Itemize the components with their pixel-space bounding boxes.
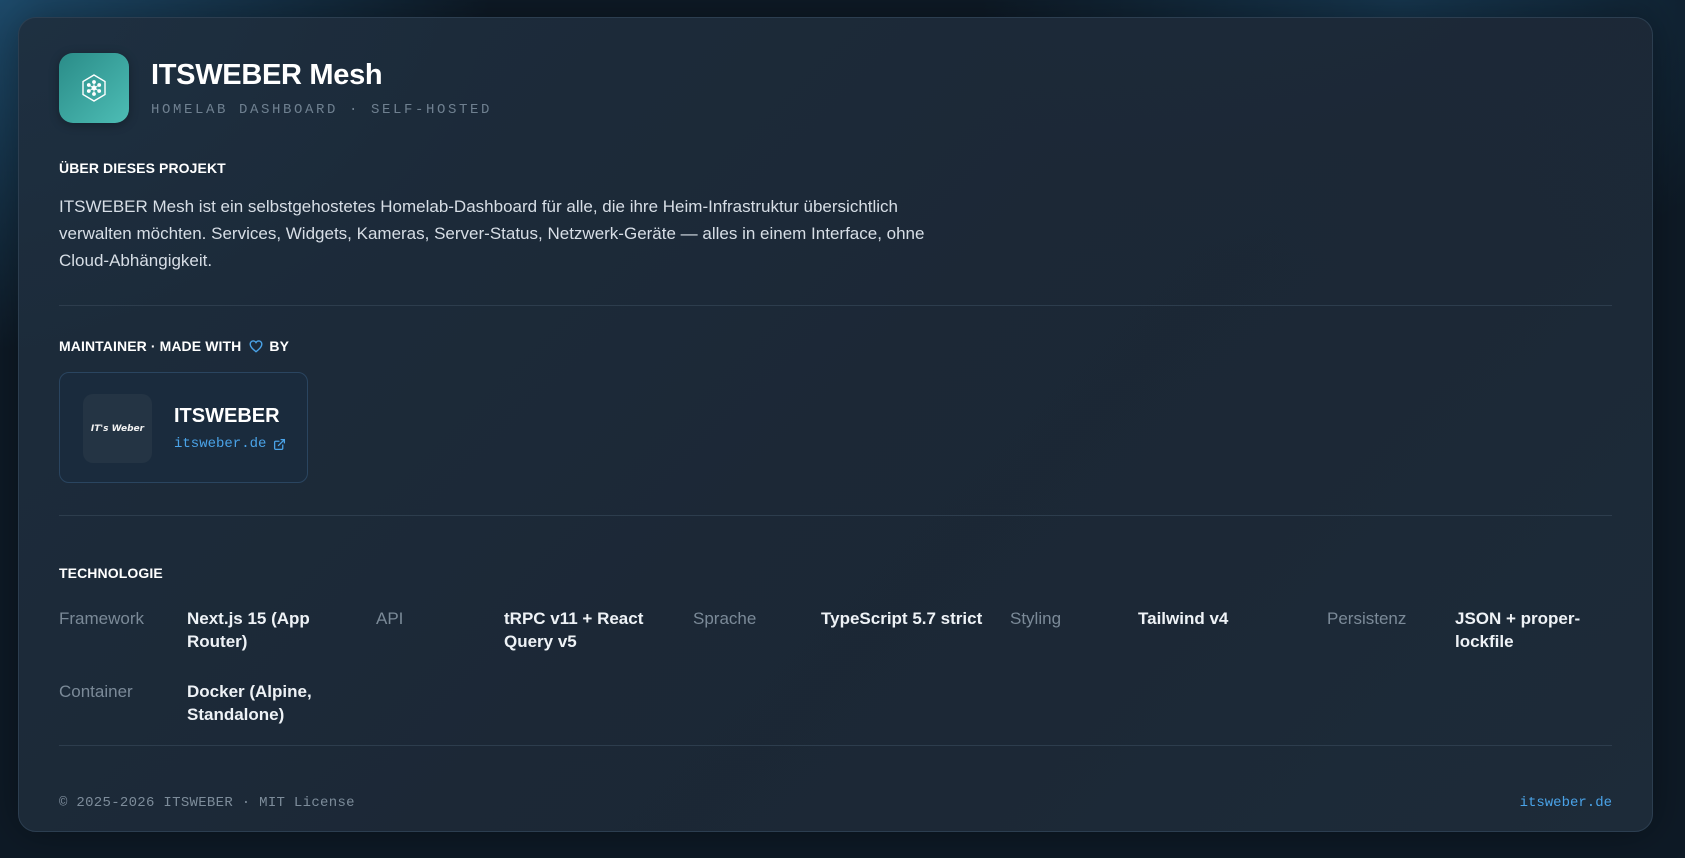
app-logo xyxy=(59,53,129,123)
tech-value: Next.js 15 (App Router) xyxy=(187,609,310,651)
about-description: ITSWEBER Mesh ist ein selbstgehostetes H… xyxy=(59,197,925,270)
heart-icon xyxy=(249,339,263,353)
tech-value: TypeScript 5.7 strict xyxy=(821,609,983,628)
technology-row: Framework Next.js 15 (App Router) API tR… xyxy=(59,607,1612,653)
tech-key: API xyxy=(376,609,404,628)
maintainer-name: ITSWEBER xyxy=(174,405,280,427)
external-link-icon xyxy=(274,438,286,450)
footer-website-link[interactable]: itsweber.de xyxy=(1520,795,1612,811)
about-section-label: ÜBER DIESES PROJEKT xyxy=(59,160,226,176)
footer-copyright: © 2025-2026 ITSWEBER · MIT License xyxy=(59,795,355,811)
maintainer-label-prefix: MAINTAINER · MADE WITH xyxy=(59,338,242,354)
app-subtitle: HOMELAB DASHBOARD · SELF-HOSTED xyxy=(151,102,493,118)
technology-section-label: TECHNOLOGIE xyxy=(59,565,163,581)
app-title: ITSWEBER Mesh xyxy=(151,59,383,91)
tech-item-language: Sprache TypeScript 5.7 strict xyxy=(693,607,1010,653)
tech-value: Tailwind v4 xyxy=(1138,609,1229,628)
tech-item-persistence: Persistenz JSON + proper-lockfile xyxy=(1327,607,1609,653)
tech-key: Styling xyxy=(1010,609,1062,628)
maintainer-card: IT's Weber ITSWEBER itsweber.de xyxy=(59,372,308,483)
tech-key: Container xyxy=(59,682,133,701)
hexagon-network-icon xyxy=(82,74,106,102)
maintainer-logo-text: IT's Weber xyxy=(90,423,145,434)
divider xyxy=(59,745,1612,746)
tech-key: Sprache xyxy=(693,609,757,628)
tech-value: tRPC v11 + React Query v5 xyxy=(504,609,644,651)
maintainer-logo: IT's Weber xyxy=(83,394,152,463)
tech-item-styling: Styling Tailwind v4 xyxy=(1010,607,1327,653)
maintainer-website-link[interactable]: itsweber.de xyxy=(174,436,286,452)
tech-item-framework: Framework Next.js 15 (App Router) xyxy=(59,607,376,653)
tech-key: Persistenz xyxy=(1327,609,1407,628)
tech-item-api: API tRPC v11 + React Query v5 xyxy=(376,607,693,653)
divider xyxy=(59,305,1612,306)
tech-value: JSON + proper-lockfile xyxy=(1455,609,1581,651)
app-header: ITSWEBER Mesh HOMELAB DASHBOARD · SELF-H… xyxy=(59,53,492,123)
tech-key: Framework xyxy=(59,609,145,628)
title-block: ITSWEBER Mesh HOMELAB DASHBOARD · SELF-H… xyxy=(151,59,492,118)
tech-value: Docker (Alpine, Standalone) xyxy=(187,682,312,724)
divider xyxy=(59,515,1612,516)
maintainer-label-suffix: BY xyxy=(269,338,290,354)
about-card-content: ITSWEBER Mesh HOMELAB DASHBOARD · SELF-H… xyxy=(59,18,1612,831)
maintainer-link-text: itsweber.de xyxy=(174,436,267,452)
technology-grid: Framework Next.js 15 (App Router) API tR… xyxy=(59,607,1612,753)
about-card: ITSWEBER Mesh HOMELAB DASHBOARD · SELF-H… xyxy=(18,17,1653,832)
tech-item-container: Container Docker (Alpine, Standalone) xyxy=(59,680,376,726)
technology-row: Container Docker (Alpine, Standalone) xyxy=(59,680,1612,726)
maintainer-section-label: MAINTAINER · MADE WITH BY xyxy=(59,338,289,354)
